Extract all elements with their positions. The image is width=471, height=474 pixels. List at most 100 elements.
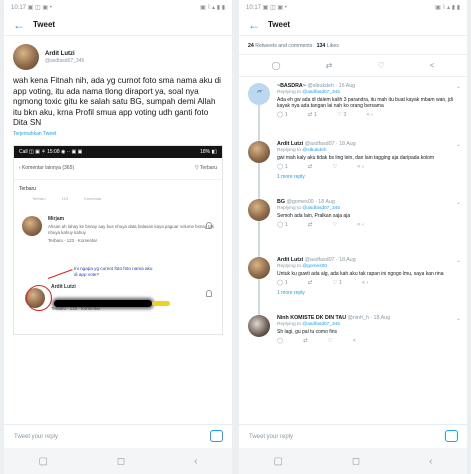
inner-comment-name: Mirjam bbox=[48, 215, 65, 222]
nav-home-button[interactable]: ◻ bbox=[352, 456, 360, 467]
reply-input[interactable]: Tweet your reply bbox=[239, 424, 467, 448]
reply-item[interactable]: Ardit Lutzi @asdfasd07 · 18 Aug Replying … bbox=[239, 135, 467, 199]
heart-icon[interactable]: ♡ bbox=[332, 164, 337, 170]
comment-icon[interactable]: ◯ bbox=[272, 61, 281, 70]
inner-action: 123 bbox=[61, 195, 69, 201]
status-left: 10:17 ▣ ◫ ▣ • bbox=[246, 4, 287, 11]
tweet-author[interactable]: Ardit Lutzi @asdfasd07_345 bbox=[4, 36, 232, 74]
retweet-icon[interactable]: ⇄ bbox=[303, 338, 308, 344]
inner-actions: Terbaru 123 Komentar bbox=[14, 194, 222, 205]
nav-back-button[interactable]: ▢ bbox=[38, 456, 47, 467]
engagement-stats[interactable]: 24 Retweets and comments 134 Likes bbox=[239, 36, 467, 55]
arrow-left-icon[interactable]: ← bbox=[248, 18, 268, 32]
reply-item[interactable]: ᵔ̈ ~BASDRA~ @sibukdeh · 16 Aug Replying to… bbox=[239, 77, 467, 141]
likes-label: Likes bbox=[326, 43, 339, 49]
reply-author: Ardit Lutzi @asdfasd07 · 18 Aug bbox=[277, 141, 458, 147]
retweet-icon[interactable]: ⇄ bbox=[308, 280, 313, 286]
share-icon[interactable]: < ‹ bbox=[362, 280, 369, 286]
reply-text: Ada eh gw ada di dalem kalih 3 parandra,… bbox=[277, 97, 453, 110]
inner-comment-meta: Terbaru · 123 · Komentar bbox=[48, 237, 98, 243]
thread-line bbox=[258, 105, 260, 141]
avatar bbox=[22, 215, 42, 236]
avatar[interactable] bbox=[248, 199, 270, 221]
comment-icon[interactable]: ◯ bbox=[277, 338, 283, 344]
share-icon[interactable]: < ‹ bbox=[357, 164, 364, 170]
share-icon[interactable]: < ‹ bbox=[366, 112, 373, 118]
reply-placeholder: Tweet your reply bbox=[249, 433, 294, 440]
reply-author: Ninh KOMISTE DK DIN TAU @ninh_h · 18 Aug bbox=[277, 315, 458, 321]
inner-comment-highlighted: Ini ngapa yg curnot foto foto nama aku d… bbox=[22, 266, 214, 312]
thread-line bbox=[258, 279, 260, 315]
reply-item[interactable]: Ardit Lutzi @asdfasd07 · 18 Aug Replying … bbox=[239, 251, 467, 315]
reply-author-name: ~BASDRA~ bbox=[277, 83, 306, 89]
right-phone-screen: 10:17 ▣ ◫ ▣ • ▣ ⌇ ▴ ▮ ▮ ← Tweet 24 Retwe… bbox=[239, 0, 467, 474]
page-title: Tweet bbox=[268, 20, 291, 29]
annotation-circle bbox=[26, 284, 52, 311]
avatar[interactable]: ᵔ̈ bbox=[248, 83, 270, 105]
heart-icon[interactable]: ♡ bbox=[328, 338, 333, 344]
mention-link[interactable]: @sibukdeh bbox=[302, 148, 326, 153]
reply-text: Semoh ada lain, Pralkan saja aja bbox=[277, 213, 351, 219]
show-replies-link[interactable]: 1 more reply bbox=[277, 174, 458, 180]
reply-handle: @ninh_h · 18 Aug bbox=[347, 315, 391, 321]
chevron-down-icon[interactable]: ⌄ bbox=[456, 315, 461, 322]
replying-to-label: Replying to bbox=[277, 206, 301, 211]
mention-link[interactable]: @asdfasd07_345 bbox=[302, 322, 340, 327]
comment-icon[interactable]: ◯ 1 bbox=[277, 280, 288, 286]
attached-screenshot[interactable]: Call ◫ ▣ ⚘ 15:08 ◉ ·· ▣ ▣ 18% ▮▯ ‹ Komen… bbox=[13, 144, 223, 335]
comment-icon[interactable]: ◯ 1 bbox=[277, 222, 288, 228]
reply-item[interactable]: Ninh KOMISTE DK DIN TAU @ninh_h · 18 Aug… bbox=[239, 309, 467, 367]
camera-icon[interactable] bbox=[445, 430, 458, 442]
nav-home-button[interactable]: ◻ bbox=[117, 456, 125, 467]
inner-header-right: ▽ Terbaru bbox=[194, 165, 217, 172]
camera-icon[interactable] bbox=[210, 430, 223, 442]
mention-link[interactable]: @asdfasd07_345 bbox=[302, 90, 340, 95]
reply-author-name: Ardit Lutzi bbox=[277, 141, 304, 147]
retweet-icon[interactable]: ⇄ 1 bbox=[308, 112, 317, 118]
author-name: Ardit Lutzi bbox=[45, 50, 75, 57]
action-count: ‹ bbox=[362, 164, 364, 171]
retweet-icon[interactable]: ⇄ bbox=[308, 164, 313, 170]
comment-icon[interactable]: ◯ 1 bbox=[277, 112, 288, 118]
system-nav-bar: ▢ ◻ ‹ bbox=[4, 448, 232, 474]
avatar[interactable] bbox=[248, 257, 270, 279]
replying-to-label: Replying to bbox=[277, 322, 301, 327]
chevron-down-icon[interactable]: ⌄ bbox=[456, 257, 461, 264]
avatar[interactable] bbox=[248, 141, 270, 163]
inner-header-left: ‹ Komentar lainnya (365) bbox=[19, 165, 75, 172]
mention-link[interactable]: @asdfasd07_345 bbox=[302, 206, 340, 211]
nav-recent-button[interactable]: ‹ bbox=[429, 456, 432, 467]
heart-icon[interactable]: ♡ bbox=[332, 222, 337, 228]
retweet-icon[interactable]: ⇄ bbox=[326, 61, 333, 70]
share-icon[interactable]: < bbox=[430, 61, 435, 70]
annotation-arrow bbox=[47, 269, 73, 279]
replying-to: Replying to @sibukdeh bbox=[277, 148, 458, 153]
share-icon[interactable]: < bbox=[353, 338, 356, 344]
heart-icon[interactable]: ♡ 3 bbox=[337, 112, 347, 118]
reply-input[interactable]: Tweet your reply bbox=[4, 424, 232, 448]
arrow-left-icon[interactable]: ← bbox=[13, 18, 33, 32]
avatar[interactable] bbox=[13, 44, 39, 70]
reply-item[interactable]: BG @gomes00 · 18 Aug Replying to @asdfasd… bbox=[239, 193, 467, 257]
retweets-label: Retweets and comments bbox=[255, 43, 313, 49]
heart-icon[interactable]: ♡ 1 bbox=[332, 280, 342, 286]
avatar[interactable] bbox=[248, 315, 270, 337]
share-icon[interactable]: < ‹ bbox=[357, 222, 364, 228]
retweet-icon[interactable]: ⇄ bbox=[308, 222, 313, 228]
translate-link[interactable]: Terjemahkan Tweet bbox=[4, 129, 232, 139]
inner-comment: Mirjam Ahsan ah lahay ke bsnay aay bus n… bbox=[22, 215, 214, 244]
comment-icon[interactable]: ◯ 1 bbox=[277, 164, 288, 170]
heart-icon[interactable]: ♡ bbox=[377, 61, 384, 70]
show-replies-link[interactable]: 1 more reply bbox=[277, 290, 458, 296]
chevron-down-icon[interactable]: ⌄ bbox=[456, 141, 461, 148]
inner-status-right: 18% ▮▯ bbox=[200, 148, 217, 155]
replying-to: Replying to @asdfasd07_345 bbox=[277, 206, 458, 211]
chevron-down-icon[interactable]: ⌄ bbox=[456, 83, 461, 90]
nav-back-button[interactable]: ▢ bbox=[273, 456, 282, 467]
nav-recent-button[interactable]: ‹ bbox=[194, 456, 197, 467]
replying-to-label: Replying to bbox=[277, 90, 301, 95]
chevron-down-icon[interactable]: ⌄ bbox=[456, 199, 461, 206]
mention-link[interactable]: @gomes00 bbox=[302, 264, 327, 269]
inner-action: Komentar bbox=[84, 195, 102, 201]
inner-status-left: Call ◫ ▣ ⚘ 15:08 ◉ ·· ▣ ▣ bbox=[19, 148, 83, 155]
